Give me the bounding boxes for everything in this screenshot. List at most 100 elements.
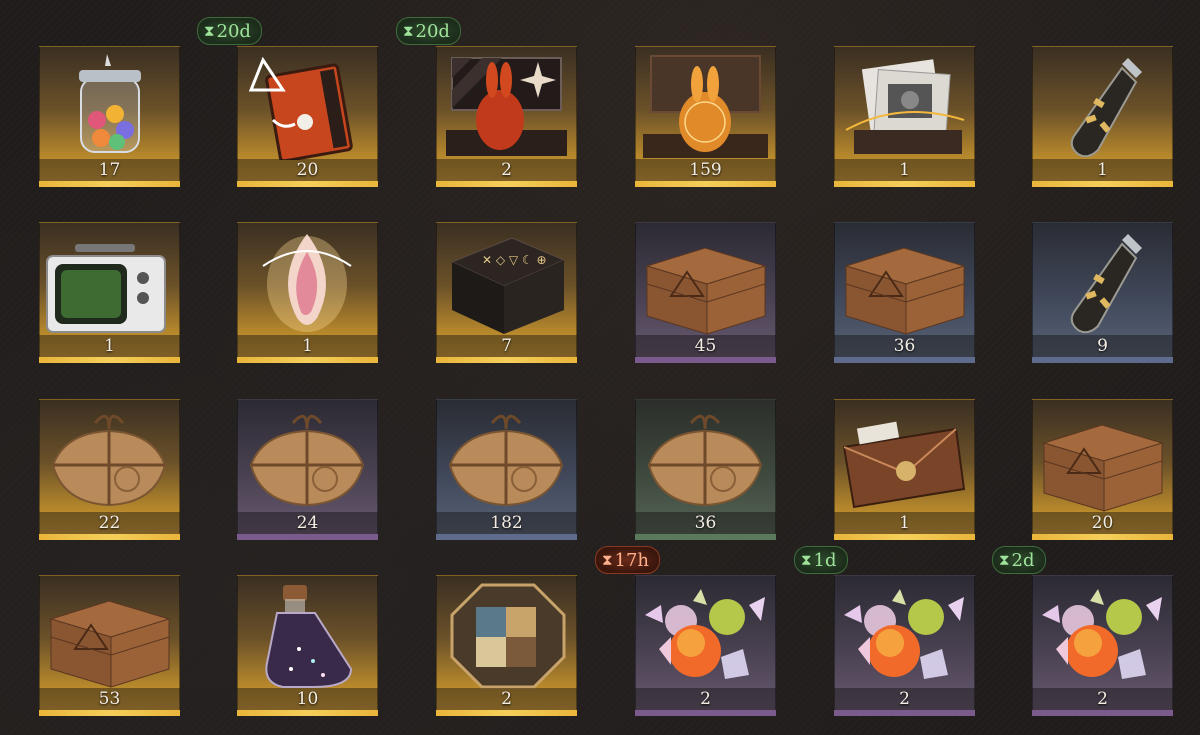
wrapped-parcel-icon [442,403,571,513]
wrapped-candies-icon [840,579,969,689]
item-count: 182 [490,513,523,533]
inventory-slot[interactable]: 45 [635,222,776,363]
rarity-strip [39,710,180,716]
inventory-slot[interactable]: 1 [237,222,378,363]
rarity-strip [436,357,577,363]
inventory-slot[interactable]: 36 [834,222,975,363]
hourglass-icon: ⧗ [602,551,613,569]
wooden-crate-icon [1038,403,1167,513]
inventory-slot[interactable]: 10 [237,575,378,716]
timer-text: 1d [813,549,837,571]
item-count: 7 [501,336,512,356]
rarity-strip [635,181,776,187]
rarity-strip [237,181,378,187]
wooden-crate-icon [45,579,174,689]
timer-text: 20d [216,20,251,42]
expiry-timer-badge: ⧗ 1d [794,546,848,574]
inventory-slot[interactable]: ✕ ◇ ▽ ☾ ⊕ 7 [436,222,577,363]
item-count: 1 [104,336,115,356]
item-count: 17 [98,160,121,180]
item-count: 20 [296,160,319,180]
rarity-strip [237,357,378,363]
inventory-slot[interactable]: 22 [39,399,180,540]
expiry-timer-badge: ⧗ 20d [197,17,262,45]
inventory-slot[interactable]: 1 [834,46,975,187]
rarity-strip [834,710,975,716]
inventory-slot[interactable]: 1 [39,222,180,363]
inventory-slot[interactable]: 182 [436,399,577,540]
orange-cassette-device-icon [243,50,372,163]
rune-table-icon: ✕ ◇ ▽ ☾ ⊕ [442,226,571,336]
item-count: 2 [700,689,711,709]
item-count: 36 [694,513,717,533]
item-count: 36 [893,336,916,356]
inventory-slot[interactable]: 17 [39,46,180,187]
rarity-strip [1032,357,1173,363]
wooden-crate-icon [840,226,969,336]
item-count: 22 [98,513,121,533]
item-count: 10 [296,689,319,709]
item-count: 20 [1091,513,1114,533]
rarity-strip [39,357,180,363]
rarity-strip [39,181,180,187]
item-count: 1 [899,513,910,533]
rarity-strip [237,534,378,540]
inventory-slot[interactable]: 20 [1032,399,1173,540]
item-count: 9 [1097,336,1108,356]
expiry-timer-badge: ⧗ 17h [595,546,661,574]
starry-potion-bottle-icon [243,579,372,689]
inventory-slot[interactable]: 1 [1032,46,1173,187]
wrapped-parcel-icon [641,403,770,513]
inventory-slot[interactable]: 20 ⧗ 20d [197,17,378,187]
inventory-slot[interactable]: 2 ⧗ 1d [794,546,975,716]
rarity-strip [635,357,776,363]
item-count: 2 [899,689,910,709]
item-count: 2 [1097,689,1108,709]
inventory-slot[interactable]: 9 [1032,222,1173,363]
rarity-strip [39,534,180,540]
hourglass-icon: ⧗ [801,551,812,569]
inventory-slot[interactable]: 2 ⧗ 20d [396,17,577,187]
message-bottle-icon [1038,226,1167,336]
item-count: 1 [899,160,910,180]
wrapped-parcel-icon [243,403,372,513]
rarity-strip [1032,710,1173,716]
rarity-strip [436,534,577,540]
item-count: 159 [689,160,722,180]
glowing-flame-essence-icon [243,226,372,336]
rarity-strip [237,710,378,716]
wrapped-candies-icon [1038,579,1167,689]
inventory-slot[interactable]: 36 [635,399,776,540]
hourglass-icon: ⧗ [999,551,1010,569]
rarity-strip [1032,181,1173,187]
sealed-envelope-icon [840,403,969,513]
retro-television-icon [45,226,174,336]
svg-text:✕ ◇ ▽ ☾ ⊕: ✕ ◇ ▽ ☾ ⊕ [482,253,547,267]
inventory-slot[interactable]: 53 [39,575,180,716]
wrapped-parcel-icon [45,403,174,513]
expiry-timer-badge: ⧗ 20d [396,17,461,45]
message-bottle-icon [1038,50,1167,160]
hourglass-icon: ⧗ [204,22,215,40]
wooden-crate-icon [641,226,770,336]
rarity-strip [1032,534,1173,540]
item-count: 24 [296,513,319,533]
inventory-slot[interactable]: 2 ⧗ 2d [992,546,1173,716]
golden-rabbit-statue-case-icon [641,50,770,160]
item-count: 1 [302,336,313,356]
rarity-strip [436,710,577,716]
rarity-strip [834,534,975,540]
timer-text: 20d [415,20,450,42]
item-count: 1 [1097,160,1108,180]
candy-jar-icon [45,50,174,160]
rarity-strip [635,710,776,716]
inventory-slot[interactable]: 1 [834,399,975,540]
inventory-slot[interactable]: 24 [237,399,378,540]
rarity-strip [436,181,577,187]
rarity-strip [635,534,776,540]
hourglass-icon: ⧗ [403,22,414,40]
expiry-timer-badge: ⧗ 2d [992,546,1046,574]
inventory-slot[interactable]: 2 [436,575,577,716]
inventory-slot[interactable]: 2 ⧗ 17h [595,546,776,716]
inventory-slot[interactable]: 159 [635,46,776,187]
